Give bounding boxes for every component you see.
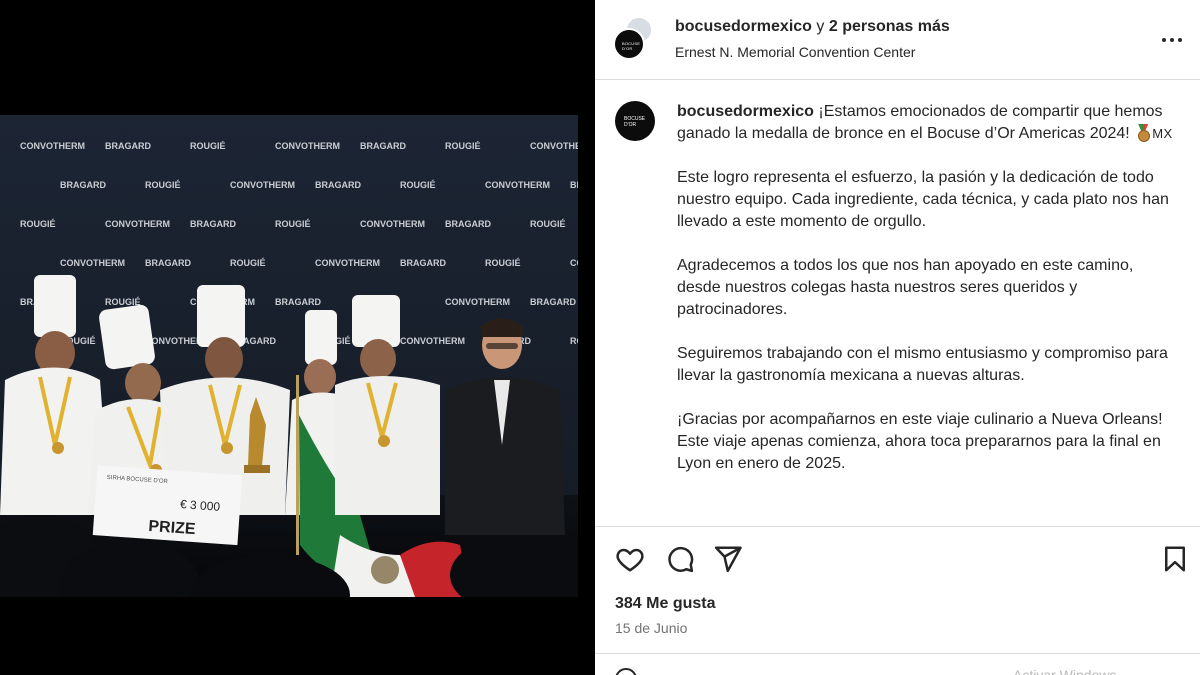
sponsor-logo: CONVOTHERM [315,258,380,268]
header-authors: bocusedormexico y 2 personas más [675,18,950,36]
caption-text: bocusedormexico ¡Estamos emocionados de … [677,101,1177,497]
sponsor-logo: ROUGIÉ [105,297,141,307]
caption-paragraph: Este logro representa el esfuerzo, la pa… [677,169,1169,230]
action-bar [595,540,1200,580]
sponsor-logo: CONVOTHERM [230,180,295,190]
sponsor-logo: ROUGIÉ [230,258,266,268]
sponsor-logo: ROUGIÉ [275,219,311,229]
comment-icon[interactable] [665,544,695,574]
bookmark-icon[interactable] [1160,544,1190,574]
sponsor-logo: CONVOTHERM [275,141,340,151]
caption-paragraph: Agradecemos a todos los que nos han apoy… [677,257,1134,318]
os-watermark: Activar Windows [1013,667,1117,675]
sponsor-logo: BRAGARD [530,297,576,307]
sponsor-logo: CONVOTHERM [360,219,425,229]
emoji-icon[interactable] [615,668,637,675]
sponsor-logo: BRAGARD [190,219,236,229]
sponsor-logo: BRAGARD [275,297,321,307]
actions-divider [595,526,1200,527]
sponsor-logo: ROUGIÉ [530,219,566,229]
caption-intro-paragraph: bocusedormexico ¡Estamos emocionados de … [677,101,1177,145]
sponsor-logo: CONVOTHERM [105,219,170,229]
mexico-flag-icon: MX [1152,126,1173,141]
avatar-logo: BOCUSE D'OR [622,41,641,51]
sponsor-logo: ROUGIÉ [190,141,226,151]
author-avatar[interactable]: BOCUSE D'OR [613,28,645,60]
post-panel: BOCUSE D'OR bocusedormexico y 2 personas… [595,0,1200,675]
coauthor-conjunction: y [816,18,825,35]
sponsor-logo: ROUGIÉ [445,141,481,151]
more-dots-icon[interactable] [1160,28,1184,52]
svg-text:€ 3 000: € 3 000 [180,497,221,514]
sponsor-logo: CONVOTHERM [60,258,125,268]
sponsor-logo: BRAGARD [445,219,491,229]
caption-paragraph: Seguiremos trabajando con el mismo entus… [677,345,1168,384]
post-header: BOCUSE D'OR bocusedormexico y 2 personas… [595,0,1200,80]
sponsor-logo: CONVOTHERM [530,141,578,151]
like-count[interactable]: 384 Me gusta [615,595,715,613]
sponsor-logo: CONVOTHERM [570,258,578,268]
post-date: 15 de Junio [615,620,688,636]
media-pane: CONVOTHERM BRAGARD ROUGIÉ CONVOTHERM BRAGARD… [0,0,594,675]
caption-paragraph: ¡Gracias por acompañarnos en este viaje … [677,411,1163,472]
sponsor-logo: ROUGIÉ [570,336,578,346]
sponsor-logo: BRAGARD [60,180,106,190]
heart-icon[interactable] [615,544,645,574]
caption-username[interactable]: bocusedormexico [677,103,814,120]
sponsor-logo: ROUGIÉ [400,180,436,190]
sponsor-logo: BRAGARD [315,180,361,190]
svg-text:PRIZE: PRIZE [148,518,197,538]
sponsor-logo: CONVOTHERM [400,336,465,346]
post-photo: CONVOTHERM BRAGARD ROUGIÉ CONVOTHERM BRAGARD… [0,115,578,597]
comment-divider [595,653,1200,654]
sponsor-logo: BRAGARD [145,258,191,268]
sponsor-logo: BRAGARD [570,180,578,190]
sponsor-logo: ROUGIÉ [145,180,181,190]
author-username[interactable]: bocusedormexico [675,18,812,35]
sponsor-logo: BRAGARD [400,258,446,268]
post-location[interactable]: Ernest N. Memorial Convention Center [675,44,950,60]
header-text: bocusedormexico y 2 personas más Ernest … [675,18,950,60]
sponsor-logo: CONVOTHERM [485,180,550,190]
collab-avatars[interactable]: BOCUSE D'OR [613,16,655,60]
sponsor-logo: CONVOTHERM [445,297,510,307]
award-ceremony-photo: CONVOTHERM BRAGARD ROUGIÉ CONVOTHERM BRAGARD… [0,115,578,597]
share-icon[interactable] [713,544,743,574]
caption-author-avatar[interactable]: BOCUSE D'OR [615,101,655,141]
coauthors-link[interactable]: 2 personas más [829,18,950,35]
medal-icon [1136,124,1151,142]
avatar-logo: BOCUSE D'OR [624,116,646,128]
sponsor-logo: CONVOTHERM [20,141,85,151]
sponsor-logo: ROUGIÉ [485,258,521,268]
sponsor-logo: BRAGARD [105,141,151,151]
sponsor-logo: BRAGARD [360,141,406,151]
caption-area: BOCUSE D'OR bocusedormexico ¡Estamos emo… [595,81,1200,526]
sponsor-logo: ROUGIÉ [20,219,56,229]
